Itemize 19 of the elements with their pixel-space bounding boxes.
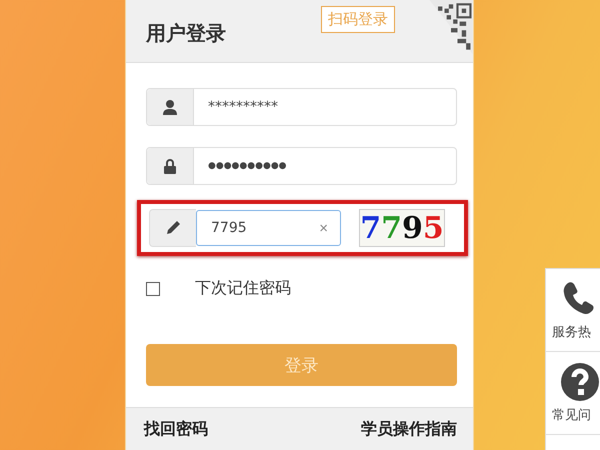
login-title: 用户登录: [146, 20, 226, 46]
help-icon[interactable]: [560, 362, 600, 402]
captcha-input-field[interactable]: 7795 ×: [196, 210, 341, 246]
password-field[interactable]: ●●●●●●●●●●: [146, 147, 457, 185]
password-value: ●●●●●●●●●●: [207, 161, 287, 171]
qr-code-icon[interactable]: [429, 0, 473, 54]
side-label[interactable]: 服务热: [552, 323, 591, 341]
side-label[interactable]: 常见问: [552, 406, 591, 424]
pencil-icon: [165, 220, 181, 236]
footer-link[interactable]: 学员操作指南: [361, 418, 457, 440]
footer-link[interactable]: 找回密码: [144, 418, 208, 440]
remember-label: 下次记住密码: [195, 278, 291, 299]
remember-checkbox[interactable]: [146, 282, 160, 296]
username-value: **********: [207, 99, 278, 115]
username-field[interactable]: **********: [146, 88, 457, 126]
clear-button[interactable]: ×: [319, 220, 328, 236]
user-icon: [162, 99, 178, 115]
captcha-image[interactable]: 7795: [359, 209, 445, 247]
lock-icon: [162, 158, 178, 174]
